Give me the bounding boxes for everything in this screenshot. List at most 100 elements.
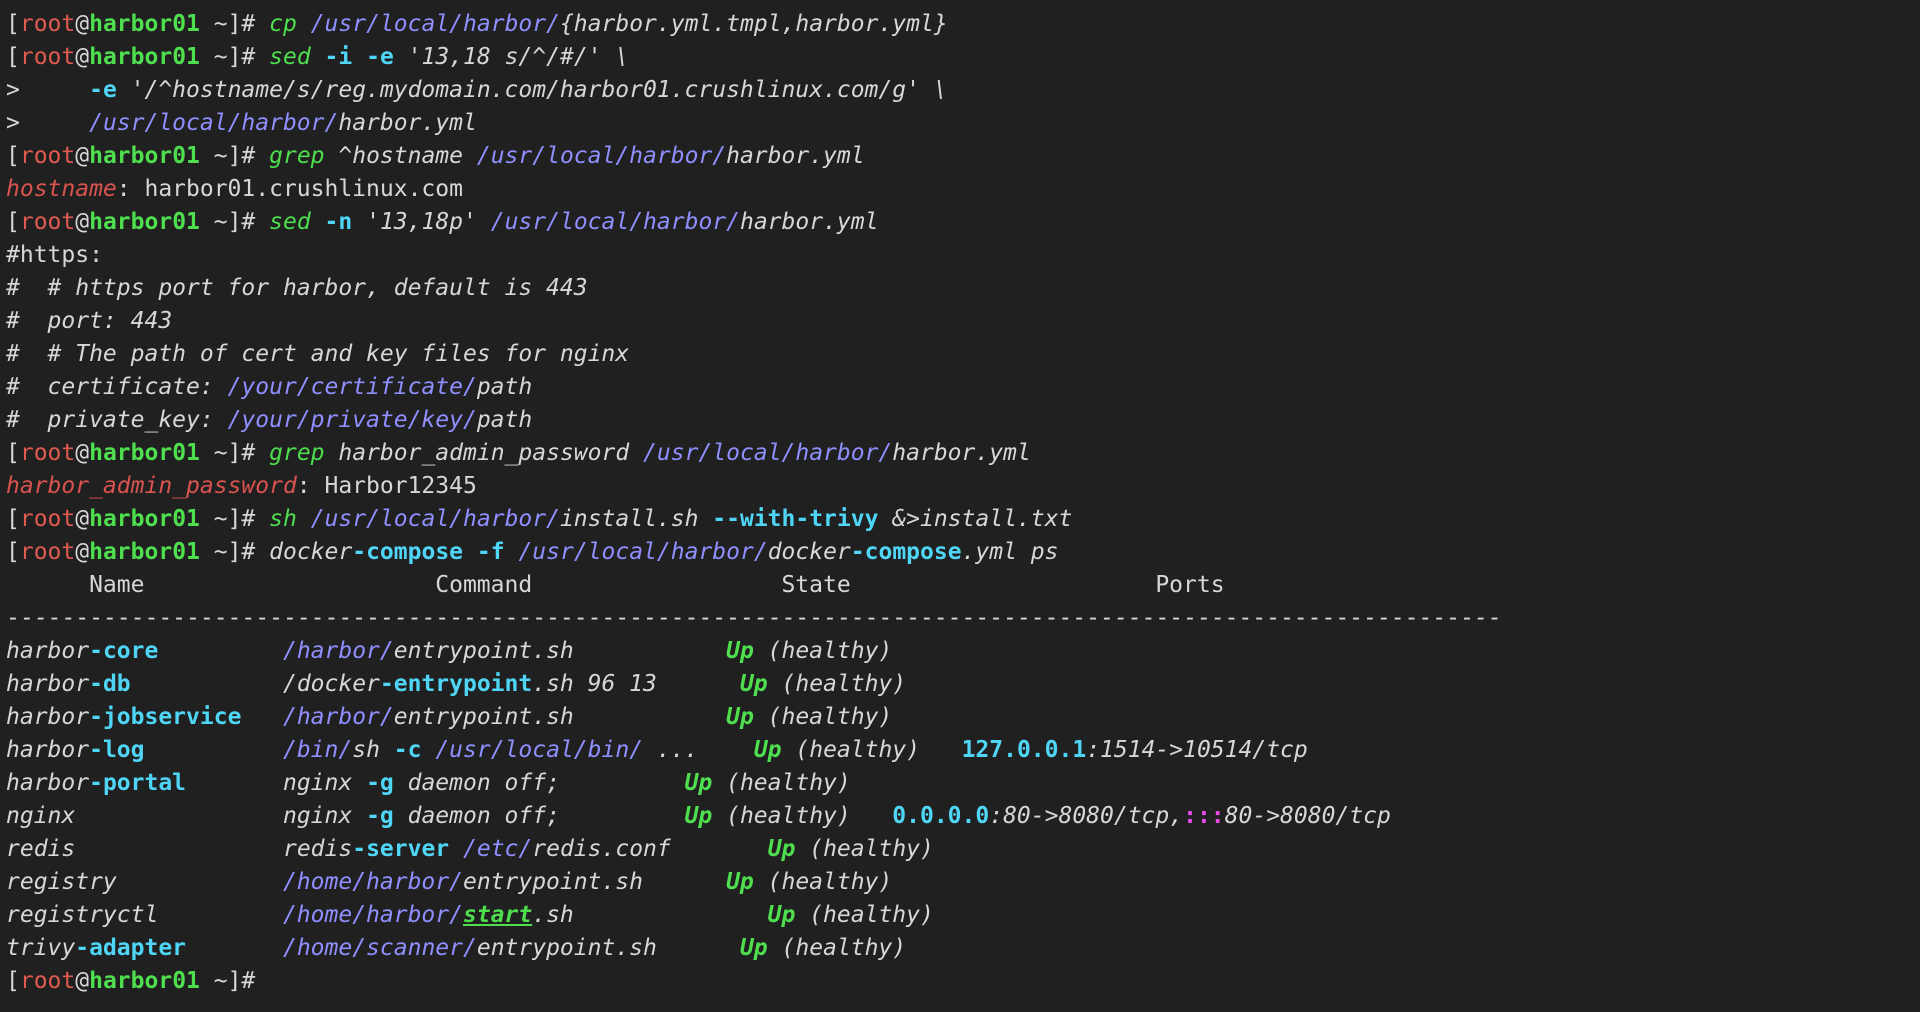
terminal-text-segment: Up (767, 902, 796, 928)
terminal-text-segment: '13,18p' (352, 209, 491, 235)
terminal-text-segment: Up (739, 935, 768, 961)
terminal-line: harbor-jobservice /harbor/entrypoint.sh … (6, 701, 1920, 734)
terminal-text-segment: root (19, 44, 76, 70)
terminal-text-segment: 127.0.0.1 (961, 737, 1087, 763)
terminal-line: harbor-portal nginx -g daemon off; Up (h… (6, 767, 1920, 800)
terminal-text-segment: #https: (6, 242, 103, 268)
terminal-text-segment: /docker (282, 671, 380, 697)
terminal-text-segment: Up (767, 836, 796, 862)
terminal-text-segment: /usr/local/harbor/ (310, 506, 560, 532)
terminal-text-segment: -portal (89, 770, 187, 796)
terminal-text-segment: install.sh (559, 506, 713, 532)
terminal-line: # # https port for harbor, default is 44… (6, 272, 1920, 305)
terminal-text-segment: : harbor01.crushlinux.com (116, 176, 463, 202)
terminal-text-segment: (healthy) (712, 770, 851, 796)
terminal-text-segment: @ (75, 209, 90, 235)
terminal-text-segment: (healthy) (781, 737, 921, 763)
terminal-text-segment: docker (767, 539, 851, 565)
terminal-text-segment: > (6, 77, 90, 103)
terminal-text-segment: 0.0.0.0 (892, 803, 990, 829)
terminal-text-segment: ~]# (199, 44, 270, 70)
terminal-text-segment: root (19, 506, 76, 532)
terminal-text-segment: /usr/local/harbor/ (643, 440, 893, 466)
terminal-line: harbor-core /harbor/entrypoint.sh Up (he… (6, 635, 1920, 668)
terminal-line: #https: (6, 239, 1920, 272)
terminal-text-segment: # certificate: (6, 374, 228, 400)
terminal-text-segment: root (19, 143, 76, 169)
terminal-line: [root@harbor01 ~]# sh /usr/local/harbor/… (6, 503, 1920, 536)
terminal-text-segment: -g (366, 770, 394, 796)
terminal-text-segment: path (476, 407, 533, 433)
terminal-text-segment: .sh (532, 902, 574, 928)
terminal-text-segment: harbor_admin_password (324, 440, 644, 466)
terminal-line: harbor_admin_password: Harbor12345 (6, 470, 1920, 503)
terminal-line: > -e '/^hostname/s/reg.mydomain.com/harb… (6, 74, 1920, 107)
terminal-text-segment: ~]# (199, 209, 270, 235)
terminal-text-segment: (healthy) (753, 704, 893, 730)
terminal-text-segment: [ (6, 143, 20, 169)
terminal-text-segment: harbor01 (89, 44, 200, 70)
terminal-line: harbor-log /bin/sh -c /usr/local/bin/ ..… (6, 734, 1920, 767)
terminal-text-segment: root (19, 539, 76, 565)
terminal-text-segment: -c (393, 737, 422, 763)
terminal-text-segment: 80->8080/tcp (1224, 803, 1391, 829)
terminal-text-segment: sed (269, 209, 311, 235)
terminal-text-segment: /usr/local/harbor/ (310, 11, 560, 37)
terminal-text-segment: @ (75, 44, 90, 70)
terminal-text-segment: -g (366, 803, 394, 829)
terminal-text-segment: [ (6, 440, 20, 466)
terminal-text-segment: harbor (6, 671, 90, 697)
terminal-text-segment: -e (366, 44, 394, 70)
terminal-text-segment: ~]# (199, 143, 270, 169)
terminal-text-segment: /home/scanner/ (282, 935, 477, 961)
terminal-text-segment: ----------------------------------------… (6, 605, 1502, 631)
terminal-line: [root@harbor01 ~]# sed -i -e '13,18 s/^/… (6, 41, 1920, 74)
terminal-text-segment: entrypoint.sh (393, 638, 574, 664)
terminal-text-segment: -log (89, 737, 145, 763)
terminal-text-segment: grep (269, 143, 325, 169)
terminal-text-segment: [ (6, 968, 20, 994)
terminal-line: # # The path of cert and key files for n… (6, 338, 1920, 371)
terminal-text-segment: @ (75, 11, 90, 37)
terminal-text-segment: :80->8080/tcp, (989, 803, 1184, 829)
terminal-text-segment: root (19, 11, 76, 37)
terminal-text-segment: ~]# (199, 968, 256, 994)
terminal-line: registry /home/harbor/entrypoint.sh Up (… (6, 866, 1920, 899)
terminal-text-segment: harbor01 (89, 968, 200, 994)
terminal-text-segment: @ (75, 968, 90, 994)
terminal-text-segment: ~]# (199, 440, 270, 466)
terminal-line: # certificate: /your/certificate/path (6, 371, 1920, 404)
terminal-text-segment: sh (269, 506, 297, 532)
terminal-text-segment: # # https port for harbor, default is 44… (6, 275, 588, 301)
terminal-text-segment: entrypoint.sh (476, 935, 657, 961)
terminal-text-segment: root (19, 440, 76, 466)
terminal-text-segment: Name Command State Ports (6, 572, 1225, 598)
terminal-line: trivy-adapter /home/scanner/entrypoint.s… (6, 932, 1920, 965)
terminal-text-segment: Up (753, 737, 782, 763)
terminal-text-segment: harbor.yml (338, 110, 477, 136)
terminal-text-segment: sh (352, 737, 394, 763)
terminal-text-segment: /harbor/ (282, 704, 394, 730)
terminal-window[interactable]: [root@harbor01 ~]# cp /usr/local/harbor/… (0, 0, 1920, 1012)
terminal-text-segment: sed (269, 44, 311, 70)
terminal-text-segment: Up (684, 770, 713, 796)
terminal-text-segment: nginx (6, 803, 76, 829)
